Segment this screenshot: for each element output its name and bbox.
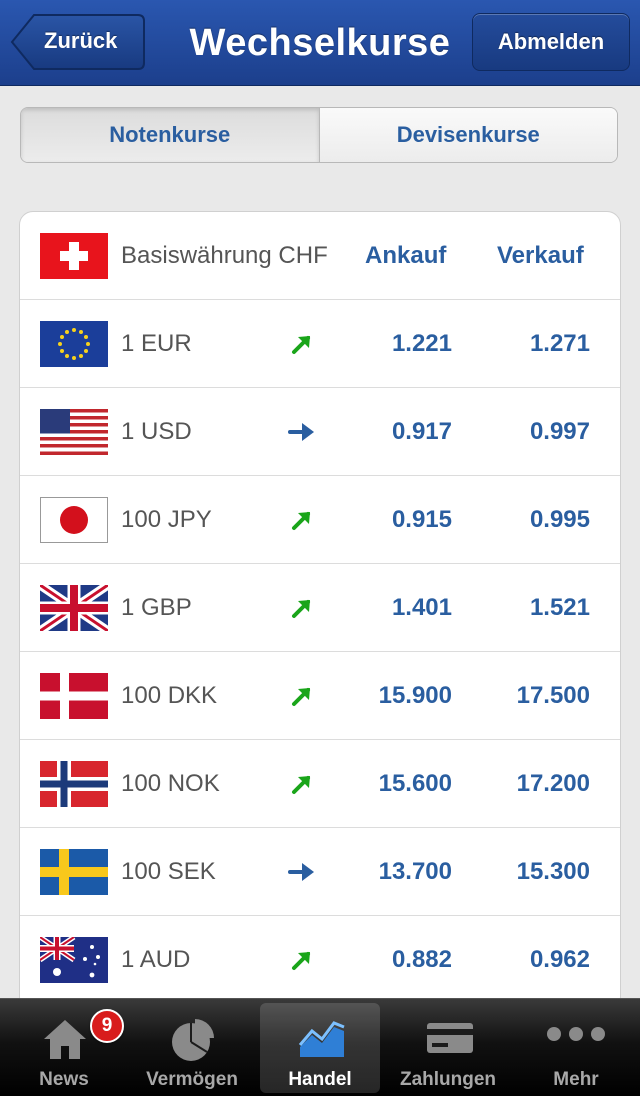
pie-chart-icon (172, 1019, 214, 1061)
news-badge: 9 (90, 1009, 124, 1043)
table-row[interactable]: 100 SEK 13.700 15.300 (20, 828, 620, 916)
sell-rate: 0.962 (529, 946, 590, 973)
currency-label: 100 NOK (121, 770, 220, 797)
more-dots-icon (547, 1027, 605, 1041)
table-row[interactable]: 100 DKK 15.900 17.500 (20, 652, 620, 740)
currency-label: 100 JPY (121, 506, 212, 533)
tab-vermoegen[interactable]: Vermögen (132, 1003, 252, 1093)
trend-up-icon (292, 952, 310, 970)
base-currency-label: Basiswährung CHF (121, 242, 328, 269)
trend-up-icon (292, 336, 310, 354)
norway-flag-icon (40, 761, 108, 807)
trend-up-icon (292, 600, 310, 618)
tab-news[interactable]: 9 News (4, 1003, 124, 1093)
sell-rate: 0.995 (529, 506, 590, 533)
buy-rate: 13.700 (378, 858, 452, 885)
back-button[interactable]: Zurück (10, 13, 146, 71)
sell-rate: 17.500 (516, 682, 590, 709)
tab-mehr[interactable]: Mehr (516, 1003, 636, 1093)
japan-flag-icon (40, 497, 108, 543)
buy-rate: 1.221 (391, 330, 452, 357)
tab-bar: 9 News Vermögen Handel Zahlungen Mehr (0, 998, 640, 1096)
table-row[interactable]: 100 JPY 0.915 0.995 (20, 476, 620, 564)
currency-label: 1 GBP (121, 594, 192, 621)
buy-rate: 0.882 (391, 946, 452, 973)
trend-flat-icon (288, 863, 314, 881)
table-row[interactable]: 1 EUR 1.221 1.271 (20, 300, 620, 388)
tab-label: Vermögen (146, 1069, 238, 1090)
rate-type-segmented-control: Notenkurse Devisenkurse (20, 107, 618, 163)
home-icon (44, 1020, 86, 1059)
tab-label: Mehr (553, 1069, 599, 1090)
segment-notenkurse[interactable]: Notenkurse (21, 108, 319, 162)
tab-handel[interactable]: Handel (260, 1003, 380, 1093)
navigation-bar: Wechselkurse Zurück Abmelden (0, 0, 640, 86)
table-row[interactable]: 1 AUD 0.882 0.962 (20, 916, 620, 1004)
currency-label: 1 EUR (121, 330, 192, 357)
trend-up-icon (292, 512, 310, 530)
tab-zahlungen[interactable]: Zahlungen (388, 1003, 508, 1093)
sweden-flag-icon (40, 849, 108, 895)
trend-flat-icon (288, 423, 314, 441)
credit-card-icon (427, 1023, 473, 1053)
swiss-flag-icon (40, 233, 108, 279)
tab-label: Zahlungen (399, 1069, 497, 1090)
eu-flag-icon (40, 321, 108, 367)
denmark-flag-icon (40, 673, 108, 719)
us-flag-icon (40, 409, 108, 455)
currency-label: 1 AUD (121, 946, 191, 973)
trend-up-icon (292, 688, 310, 706)
currency-label: 100 SEK (121, 858, 216, 885)
back-button-label: Zurück (44, 28, 118, 53)
tab-label: Handel (288, 1069, 352, 1090)
buy-rate: 1.401 (391, 594, 452, 621)
table-row[interactable]: 1 GBP 1.401 1.521 (20, 564, 620, 652)
logout-button[interactable]: Abmelden (472, 13, 630, 71)
exchange-rate-table: Basiswährung CHF Ankauf Verkauf 1 EUR 1.… (19, 211, 621, 1011)
sell-rate: 1.271 (529, 330, 590, 357)
australia-flag-icon (40, 937, 108, 983)
tab-label: News (39, 1069, 89, 1090)
buy-rate: 0.915 (391, 506, 452, 533)
currency-label: 1 USD (121, 418, 192, 445)
buy-rate: 0.917 (391, 418, 452, 445)
sell-rate: 17.200 (516, 770, 590, 797)
trend-up-icon (292, 776, 310, 794)
sell-rate: 1.521 (529, 594, 590, 621)
buy-rate: 15.600 (378, 770, 452, 797)
uk-flag-icon (40, 585, 108, 631)
buy-rate: 15.900 (378, 682, 452, 709)
segment-devisenkurse[interactable]: Devisenkurse (318, 108, 617, 162)
sell-column-header: Verkauf (497, 242, 584, 269)
sell-rate: 15.300 (516, 858, 590, 885)
currency-label: 100 DKK (121, 682, 218, 709)
table-header-row: Basiswährung CHF Ankauf Verkauf (20, 212, 620, 300)
sell-rate: 0.997 (529, 418, 590, 445)
table-row[interactable]: 100 NOK 15.600 17.200 (20, 740, 620, 828)
trading-chart-icon (298, 1021, 345, 1057)
buy-column-header: Ankauf (365, 242, 447, 269)
table-row[interactable]: 1 USD 0.917 0.997 (20, 388, 620, 476)
